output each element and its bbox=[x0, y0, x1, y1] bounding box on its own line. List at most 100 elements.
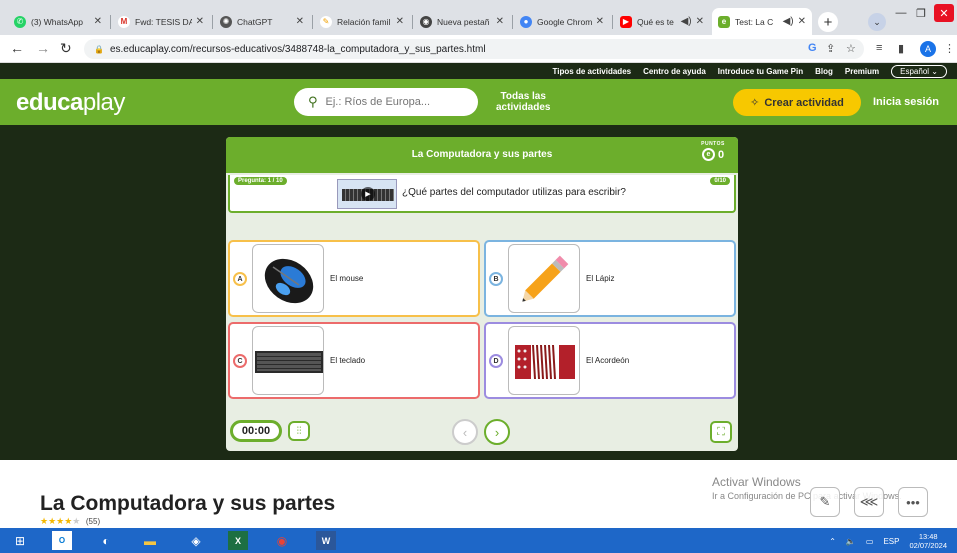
close-icon[interactable]: ✕ bbox=[496, 16, 504, 27]
todas-line1: Todas las bbox=[500, 91, 546, 102]
avatar[interactable]: A bbox=[920, 41, 936, 57]
previous-button[interactable]: ‹ bbox=[452, 419, 478, 445]
back-button[interactable]: ← bbox=[10, 40, 24, 56]
todas-actividades-link[interactable]: Todas las actividades bbox=[496, 91, 550, 113]
search-box[interactable]: ⚲ bbox=[294, 88, 478, 116]
fullscreen-button[interactable]: ⛶ bbox=[710, 421, 732, 443]
tray-language[interactable]: ESP bbox=[883, 537, 899, 546]
close-icon[interactable]: ✕ bbox=[696, 16, 704, 27]
chatgpt-icon: ✺ bbox=[220, 15, 232, 28]
more-options-button[interactable]: ••• bbox=[898, 487, 928, 517]
minimize-button[interactable]: — bbox=[892, 4, 910, 22]
share-icon[interactable]: ⇪ bbox=[826, 42, 835, 55]
google-lens-icon[interactable]: G bbox=[808, 42, 817, 54]
excel-icon[interactable]: X bbox=[228, 531, 248, 550]
tray-chevron-icon[interactable]: ⌃ bbox=[829, 537, 836, 546]
bookmark-star-icon[interactable]: ☆ bbox=[846, 42, 856, 55]
tab-relacion[interactable]: ✎ Relación famil ✕ bbox=[314, 8, 410, 35]
tab-google-chrome[interactable]: ● Google Chrom ✕ bbox=[514, 8, 610, 35]
question-number-badge: Pregunta: 1 / 10 bbox=[234, 177, 287, 185]
share-button[interactable]: ⋘ bbox=[854, 487, 884, 517]
play-icon[interactable]: ▶ bbox=[361, 187, 375, 201]
tab-youtube[interactable]: ▶ Qué es te ◀) ✕ bbox=[614, 8, 710, 35]
close-icon[interactable]: ✕ bbox=[798, 16, 806, 27]
nueva-pestana-icon: ◉ bbox=[420, 15, 432, 28]
url-text: es.educaplay.com/recursos-educativos/348… bbox=[109, 43, 486, 55]
magic-wand-icon: ✧ bbox=[750, 97, 760, 109]
new-tab-button[interactable]: + bbox=[818, 12, 838, 32]
tab-search-button[interactable]: ⌄ bbox=[868, 13, 886, 31]
close-icon[interactable]: ✕ bbox=[196, 16, 204, 27]
gmail-icon: M bbox=[118, 15, 130, 28]
file-explorer-icon[interactable]: ▬ bbox=[140, 531, 160, 550]
chrome-taskbar-icon[interactable]: ◉ bbox=[272, 531, 292, 550]
reading-list-icon[interactable]: ≡ bbox=[876, 42, 882, 54]
language-select[interactable]: Español ⌄ bbox=[891, 64, 947, 78]
network-icon[interactable]: ▭ bbox=[866, 537, 874, 546]
option-a[interactable]: A El mouse bbox=[228, 240, 480, 317]
next-button[interactable]: › bbox=[484, 419, 510, 445]
sidepanel-icon[interactable]: ▮ bbox=[898, 42, 904, 55]
quiz-header: La Computadora y sus partes PUNTOS e 0 bbox=[226, 137, 738, 173]
more-dots-icon: ••• bbox=[906, 494, 920, 510]
option-d[interactable]: D El Acordeón bbox=[484, 322, 736, 399]
tab-whatsapp[interactable]: ✆ (3) WhatsApp ✕ bbox=[8, 8, 108, 35]
question-image[interactable]: ▶ bbox=[337, 179, 397, 209]
option-label: El Acordeón bbox=[586, 356, 630, 365]
crear-actividad-button[interactable]: ✧ Crear actividad bbox=[733, 89, 861, 116]
option-label: El teclado bbox=[330, 356, 366, 365]
forward-button[interactable]: → bbox=[36, 40, 50, 56]
accordion-image bbox=[508, 326, 580, 395]
login-link[interactable]: Inicia sesión bbox=[873, 96, 939, 108]
close-icon[interactable]: ✕ bbox=[296, 16, 304, 27]
educaplay-tab-icon: e bbox=[718, 15, 730, 28]
app-icon[interactable]: ◈ bbox=[186, 531, 206, 550]
option-label: El mouse bbox=[330, 274, 364, 283]
chrome-icon: ● bbox=[520, 15, 532, 28]
link-game-pin[interactable]: Introduce tu Game Pin bbox=[718, 67, 803, 76]
link-premium[interactable]: Premium bbox=[845, 67, 879, 76]
search-input[interactable] bbox=[325, 96, 466, 108]
tab-divider bbox=[412, 15, 413, 29]
restore-button[interactable]: ❐ bbox=[912, 4, 930, 22]
close-icon[interactable]: ✕ bbox=[596, 16, 604, 27]
tab-gmail[interactable]: M Fwd: TESIS DA ✕ bbox=[112, 8, 210, 35]
option-letter: D bbox=[489, 354, 503, 368]
volume-icon[interactable]: 🔈 bbox=[846, 537, 856, 546]
link-blog[interactable]: Blog bbox=[815, 67, 833, 76]
tab-label: (3) WhatsApp bbox=[31, 16, 83, 27]
edge-icon[interactable]: ◐ bbox=[96, 531, 116, 550]
menu-kebab-icon[interactable]: ⋮ bbox=[944, 42, 955, 55]
option-letter: B bbox=[489, 272, 503, 286]
pencil-image bbox=[508, 244, 580, 313]
tab-chatgpt[interactable]: ✺ ChatGPT ✕ bbox=[214, 8, 310, 35]
option-letter: C bbox=[233, 354, 247, 368]
educaplay-logo[interactable]: educaplay bbox=[16, 89, 125, 117]
edit-button[interactable]: ✎ bbox=[810, 487, 840, 517]
link-centro-ayuda[interactable]: Centro de ayuda bbox=[643, 67, 706, 76]
tab-divider bbox=[512, 15, 513, 29]
close-icon[interactable]: ✕ bbox=[396, 16, 404, 27]
word-icon[interactable]: W bbox=[316, 531, 336, 550]
language-label: Español bbox=[900, 66, 930, 76]
settings-sliders-button[interactable]: ⫶⫶ bbox=[288, 421, 310, 441]
rating-stars[interactable]: ★★★★★ (55) bbox=[40, 516, 100, 527]
page-title: La Computadora y sus partes bbox=[40, 492, 336, 515]
crear-label: Crear actividad bbox=[764, 96, 844, 109]
close-window-button[interactable]: ✕ bbox=[934, 4, 954, 22]
tab-label: Qué es te bbox=[637, 16, 674, 27]
site-header: educaplay ⚲ Todas las actividades ✧ Crea… bbox=[0, 79, 957, 125]
reload-button[interactable]: ↻ bbox=[60, 40, 72, 57]
tab-nueva-pestana[interactable]: ◉ Nueva pestañ ✕ bbox=[414, 8, 510, 35]
close-icon[interactable]: ✕ bbox=[94, 16, 102, 27]
clock[interactable]: 13:48 02/07/2024 bbox=[909, 532, 947, 550]
tab-test-la-computadora[interactable]: e Test: La C ◀) ✕ bbox=[712, 8, 812, 35]
option-b[interactable]: B El Lápiz bbox=[484, 240, 736, 317]
quiz-panel: La Computadora y sus partes PUNTOS e 0 P… bbox=[226, 137, 738, 451]
link-tipos-actividades[interactable]: Tipos de actividades bbox=[553, 67, 632, 76]
windows-start-icon[interactable]: ⊞ bbox=[10, 531, 30, 550]
option-c[interactable]: C El teclado bbox=[228, 322, 480, 399]
outlook-icon[interactable]: O bbox=[52, 531, 72, 550]
url-field[interactable]: 🔒 es.educaplay.com/recursos-educativos/3… bbox=[84, 39, 864, 59]
timer: 00:00 bbox=[230, 420, 282, 442]
